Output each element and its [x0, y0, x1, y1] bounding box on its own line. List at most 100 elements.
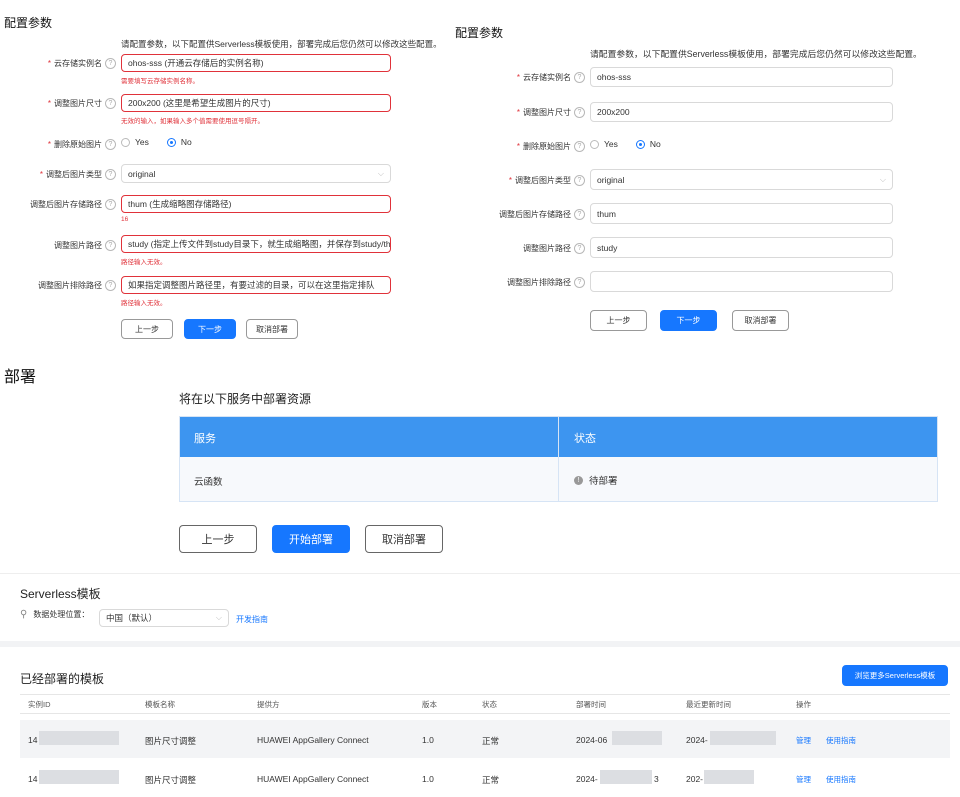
deploy-time-tail: 3 — [654, 774, 659, 784]
col-update-time: 最近更新时间 — [686, 700, 731, 709]
deploy-prev-button[interactable]: 上一步 — [179, 525, 257, 553]
info-icon: ! — [574, 475, 583, 485]
right-radio-no[interactable]: No — [635, 139, 661, 149]
redacted-block — [710, 731, 776, 745]
left-image-path-error: 路径输入无效。 — [121, 259, 167, 266]
usage-guide-link[interactable]: 使用指南 — [826, 735, 856, 746]
template-name: 图片尺寸调整 — [145, 775, 197, 785]
left-label-delete: * 删除原始图片? — [0, 139, 116, 151]
right-form-description: 请配置参数，以下配置供Serverless模板使用，部署完成后您仍然可以修改这些… — [590, 49, 922, 59]
left-label-type: * 调整后图片类型? — [0, 169, 116, 181]
provider: HUAWEI AppGallery Connect — [257, 735, 369, 745]
left-store-path-input[interactable]: thum (生成缩略图存储路径) — [121, 195, 391, 213]
template-name: 图片尺寸调整 — [145, 736, 197, 746]
help-icon[interactable]: ? — [105, 98, 116, 110]
right-instance-input[interactable]: ohos-sss — [590, 67, 893, 87]
left-image-path-input[interactable]: study (指定上传文件到study目录下，就生成缩略图，并保存到study/… — [121, 235, 391, 253]
manage-link[interactable]: 管理 — [796, 735, 811, 746]
help-icon[interactable]: ? — [574, 72, 585, 84]
help-icon[interactable]: ? — [105, 280, 116, 292]
right-label-instance: * 云存储实例名? — [455, 72, 585, 84]
right-cancel-button[interactable]: 取消部署 — [732, 310, 789, 331]
update-time: 2024- — [686, 735, 708, 745]
col-provider: 提供方 — [257, 700, 280, 709]
help-icon[interactable]: ? — [574, 107, 585, 119]
right-image-path-input[interactable]: study — [590, 237, 893, 258]
right-size-input[interactable]: 200x200 — [590, 102, 893, 122]
help-icon[interactable]: ? — [574, 175, 585, 187]
right-label-store-path: 调整后图片存储路径? — [455, 209, 585, 221]
left-form-title: 配置参数 — [4, 16, 53, 30]
deploy-title: 部署 — [4, 369, 37, 386]
instance-id: 14 — [28, 735, 38, 745]
column-divider — [558, 417, 559, 501]
left-prev-button[interactable]: 上一步 — [121, 319, 173, 339]
status-cell: ! 待部署 — [574, 473, 618, 487]
version: 1.0 — [422, 735, 434, 745]
location-select[interactable]: 中国（默认） ⌵ — [99, 609, 229, 627]
right-label-delete: * 删除原始图片? — [455, 141, 585, 153]
col-service: 服务 — [194, 433, 216, 445]
redacted-block — [600, 770, 652, 784]
redacted-block — [39, 770, 119, 784]
col-instance-id: 实例ID — [28, 700, 51, 709]
left-label-instance: * 云存储实例名? — [0, 58, 116, 70]
right-label-exclude-path: 调整图片排除路径? — [455, 277, 585, 289]
help-icon[interactable]: ? — [574, 141, 585, 153]
status: 正常 — [482, 775, 500, 785]
help-icon[interactable]: ? — [105, 58, 116, 70]
help-icon[interactable]: ? — [574, 277, 585, 289]
left-instance-error: 需要填写云存储实例名称。 — [121, 78, 199, 85]
help-icon[interactable]: ? — [105, 169, 116, 181]
left-label-size: * 调整图片尺寸? — [0, 98, 116, 110]
right-label-size: * 调整图片尺寸? — [455, 107, 585, 119]
right-next-button[interactable]: 下一步 — [660, 310, 717, 331]
left-delete-radio-group: Yes No — [121, 137, 210, 147]
left-exclude-path-input[interactable]: 如果指定调整图片路径里，有要过滤的目录，可以在这里指定排队 — [121, 276, 391, 294]
left-label-image-path: 调整图片路径? — [0, 240, 116, 252]
col-status: 状态 — [482, 700, 497, 709]
left-type-select[interactable]: original ⌵ — [121, 164, 391, 183]
col-deploy-time: 部署时间 — [576, 700, 606, 709]
redacted-block — [704, 770, 754, 784]
deploy-cancel-button[interactable]: 取消部署 — [365, 525, 443, 553]
right-delete-radio-group: Yes No — [590, 139, 679, 149]
left-radio-yes[interactable]: Yes — [121, 137, 149, 147]
redacted-block — [39, 731, 119, 745]
right-prev-button[interactable]: 上一步 — [590, 310, 647, 331]
version: 1.0 — [422, 774, 434, 784]
browse-more-templates-button[interactable]: 浏览更多Serverless模板 — [842, 665, 948, 686]
usage-guide-link[interactable]: 使用指南 — [826, 774, 856, 785]
deploy-time: 2024-06 — [576, 735, 608, 745]
manage-link[interactable]: 管理 — [796, 774, 811, 785]
left-instance-input[interactable]: ohos-sss (开通云存储后的实例名称) — [121, 54, 391, 72]
right-radio-yes[interactable]: Yes — [590, 139, 618, 149]
start-deploy-button[interactable]: 开始部署 — [272, 525, 350, 553]
left-next-button[interactable]: 下一步 — [184, 319, 236, 339]
help-icon[interactable]: ? — [105, 139, 116, 151]
chevron-down-icon: ⌵ — [377, 168, 384, 178]
left-exclude-path-error: 路径输入无效。 — [121, 300, 167, 307]
col-version: 版本 — [422, 700, 437, 709]
dev-guide-link[interactable]: 开发指南 — [236, 614, 268, 625]
right-store-path-input[interactable]: thum — [590, 203, 893, 224]
right-type-select[interactable]: original ⌵ — [590, 169, 893, 190]
deployed-title: 已经部署的模板 — [20, 672, 105, 686]
right-label-type: * 调整后图片类型? — [455, 175, 585, 187]
help-icon[interactable]: ? — [105, 199, 116, 211]
left-size-error: 无效的输入，如果输入多个值需要使用逗号隔开。 — [121, 118, 264, 125]
help-icon[interactable]: ? — [574, 243, 585, 255]
deploy-table: 服务 状态 云函数 ! 待部署 — [179, 416, 938, 502]
radio-selected-icon — [635, 139, 645, 149]
left-size-input[interactable]: 200x200 (这里是希望生成图片的尺寸) — [121, 94, 391, 112]
left-radio-no[interactable]: No — [166, 137, 192, 147]
location-row: ⚲ 数据处理位置： — [20, 609, 89, 620]
left-cancel-button[interactable]: 取消部署 — [246, 319, 298, 339]
left-store-path-counter: 16 — [121, 216, 129, 223]
col-status: 状态 — [574, 433, 596, 445]
right-exclude-path-input[interactable] — [590, 271, 893, 292]
section-separator — [0, 641, 960, 647]
service-cell: 云函数 — [194, 477, 223, 488]
help-icon[interactable]: ? — [574, 209, 585, 221]
help-icon[interactable]: ? — [105, 240, 116, 252]
